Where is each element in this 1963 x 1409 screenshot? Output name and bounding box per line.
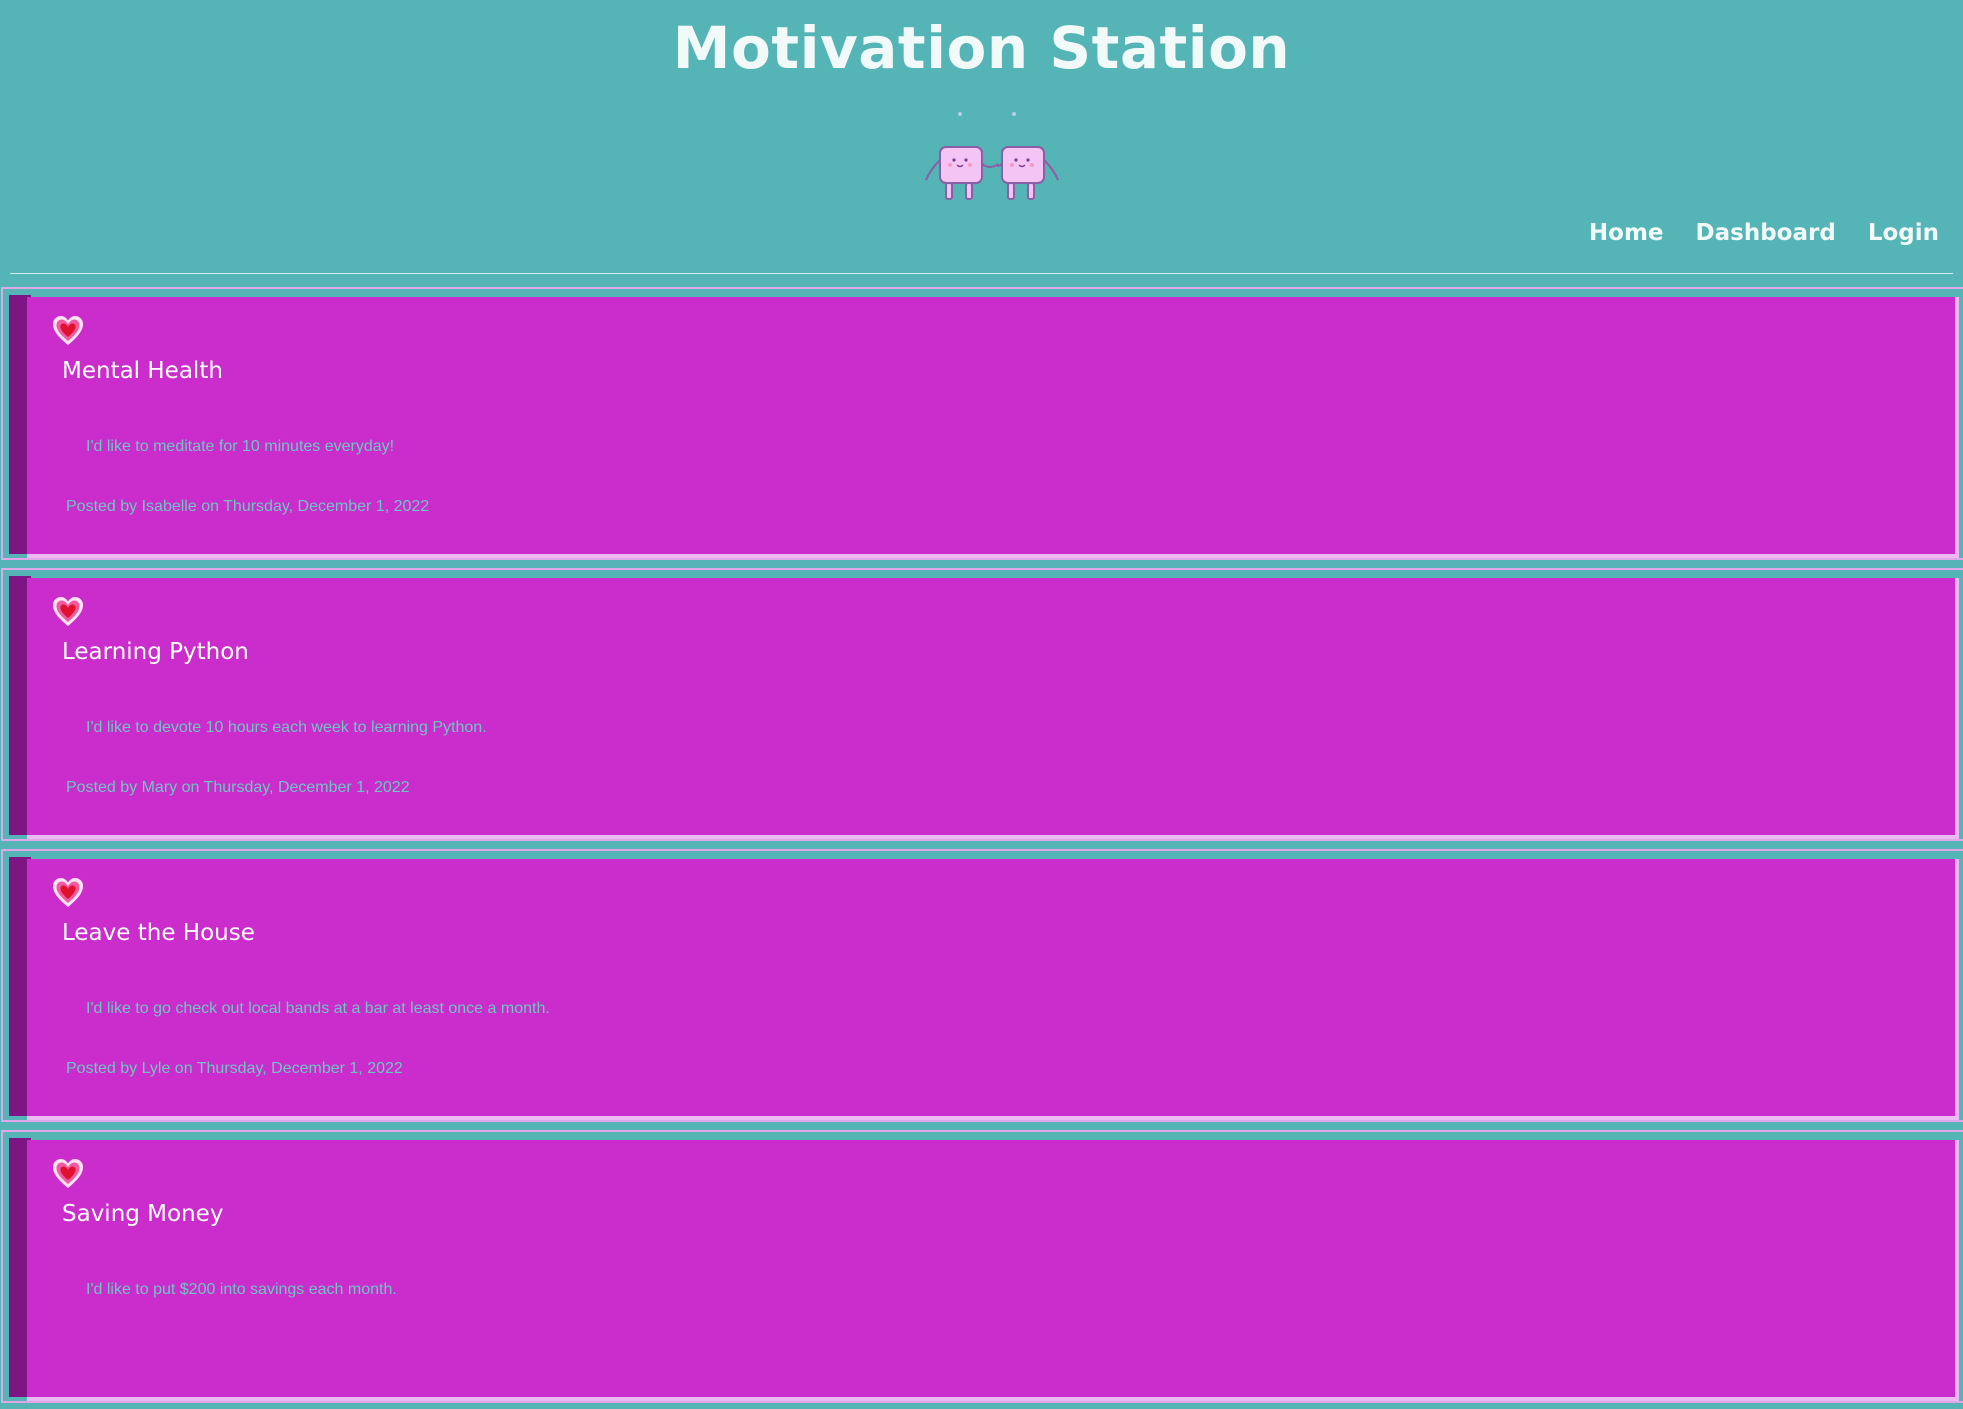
main-nav: Home Dashboard Login	[1589, 216, 1939, 250]
heart-icon[interactable]	[51, 314, 85, 348]
post-title: Learning Python	[62, 639, 249, 665]
site-header: Motivation Station Home Dashboard Login	[0, 0, 1963, 274]
post-title: Mental Health	[62, 358, 223, 384]
post-card-body	[27, 297, 1959, 558]
post-list: Mental Health I'd like to meditate for 1…	[0, 285, 1963, 1409]
header-divider	[10, 273, 1953, 274]
post-meta: Posted by Isabelle on Thursday, December…	[66, 498, 430, 515]
site-title: Motivation Station	[672, 14, 1291, 82]
post-meta: Posted by Lyle on Thursday, December 1, …	[66, 1060, 403, 1077]
nav-home-link[interactable]: Home	[1589, 216, 1664, 250]
post-card-body	[27, 578, 1959, 839]
post-title: Saving Money	[62, 1201, 224, 1227]
post-text: I'd like to devote 10 hours each week to…	[86, 719, 487, 736]
post-card-body	[27, 1140, 1959, 1401]
heart-icon[interactable]	[51, 876, 85, 910]
post-card: Learning Python I'd like to devote 10 ho…	[0, 566, 1963, 847]
heart-icon[interactable]	[51, 595, 85, 629]
post-text: I'd like to go check out local bands at …	[86, 1000, 550, 1017]
post-card-body	[27, 859, 1959, 1120]
post-text: I'd like to put $200 into savings each m…	[86, 1281, 397, 1298]
nav-login-link[interactable]: Login	[1868, 216, 1939, 250]
nav-dashboard-link[interactable]: Dashboard	[1696, 216, 1836, 250]
post-card: Leave the House I'd like to go check out…	[0, 847, 1963, 1128]
post-card: Mental Health I'd like to meditate for 1…	[0, 285, 1963, 566]
heart-icon[interactable]	[51, 1157, 85, 1191]
holding-hands-mascot-icon	[925, 112, 1059, 200]
post-card: Saving Money I'd like to put $200 into s…	[0, 1128, 1963, 1409]
post-title: Leave the House	[62, 920, 255, 946]
post-text: I'd like to meditate for 10 minutes ever…	[86, 438, 395, 455]
post-meta: Posted by Mary on Thursday, December 1, …	[66, 779, 410, 796]
